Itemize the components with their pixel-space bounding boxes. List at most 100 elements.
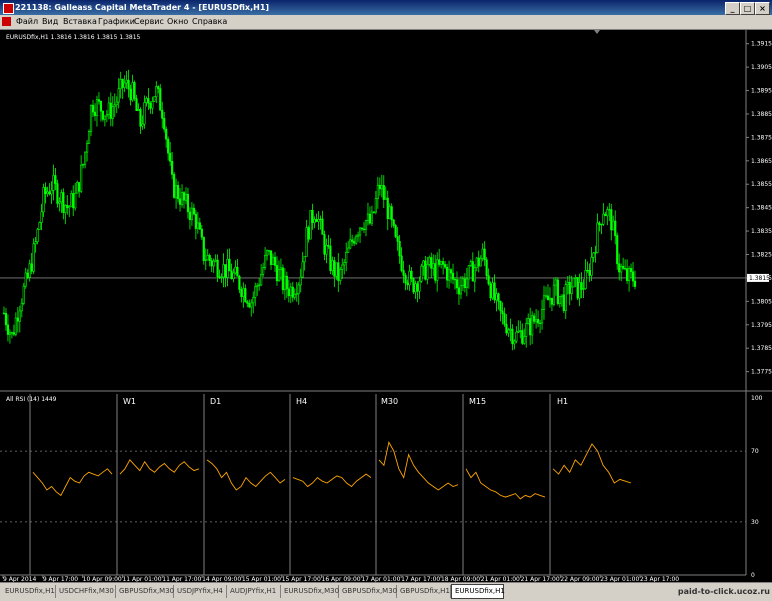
candle [511,324,514,351]
chart-tab[interactable]: EURUSDfix,H1 [2,585,56,598]
candle [596,213,599,254]
candle [499,300,502,322]
candle [627,266,631,292]
menu-window[interactable]: Окно [167,17,188,26]
candle [618,253,621,281]
candle [36,227,39,245]
candle [582,279,585,299]
candle [84,151,87,169]
candle [445,263,449,288]
candle [143,95,146,129]
candle [629,263,633,279]
rsi-line [465,468,546,500]
rsi-tick-label: 0 [751,572,755,579]
candle [232,268,235,283]
chart-tab[interactable]: USDCHFfix,M30 [56,585,116,598]
rsi-header: All RSI (14) 1449 [6,396,57,403]
rsi-tick-label: 100 [751,395,763,402]
chart-header: EURUSDfix,H1 1.3816 1.3816 1.3815 1.3815 [6,34,141,41]
chart-tab[interactable]: GBPUSDfix,H1 [397,585,451,598]
minimize-button[interactable]: _ [725,2,740,15]
candle [264,247,267,271]
candle [485,256,488,281]
candle [368,206,372,225]
candle [273,252,277,272]
candle [303,256,306,271]
candle [285,271,288,299]
timeframe-label: D1 [210,397,221,406]
candle [351,234,354,246]
menu-bar: Файл Вид Вставка Графики Сервис Окно Спр… [0,15,772,44]
price-tick-label: 1.3845 [751,205,772,212]
candle [121,78,124,99]
menu-charts[interactable]: Графики [98,17,135,26]
candle [412,277,415,295]
price-tick-label: 1.3915 [751,41,772,48]
chart-tab[interactable]: EURUSDfix,H1 [451,584,505,599]
chart-tab[interactable]: GBPUSDfix,M30 [339,585,397,598]
watermark: paid-to-click.ucoz.ru [677,587,770,596]
candle [95,95,99,127]
menu-help[interactable]: Справка [192,17,227,26]
candle [600,223,603,235]
candle [50,181,53,205]
chart-tab[interactable]: EURUSDfix,M30 [281,585,339,598]
candle [20,298,23,318]
maximize-button[interactable]: □ [740,2,755,15]
price-tick-label: 1.3855 [751,181,772,188]
candle [46,186,49,197]
menu-view[interactable]: Вид [42,17,58,26]
chart-svg[interactable]: 1.3915 1.3905 1.3895 1.3885 1.3875 1.3865 1.38… [0,30,772,582]
candle [540,299,544,330]
candle [519,320,522,339]
candle [178,187,182,212]
candle [580,272,583,299]
candle [91,99,95,117]
price-tick-label: 1.3775 [751,369,772,376]
chart-area[interactable]: 1.3915 1.3905 1.3895 1.3885 1.3875 1.3865 1.38… [0,30,772,582]
candle [186,187,190,219]
candle [366,202,370,226]
candle [529,307,532,346]
candle [313,216,316,229]
price-tick-label: 1.3825 [751,252,772,259]
candle [295,282,298,302]
candle [574,274,577,288]
chart-window-icon[interactable] [2,17,11,26]
candle [404,272,407,291]
candle [422,260,425,276]
candle [535,308,538,329]
candle [226,249,229,287]
chart-tab[interactable]: GBPUSDfix,M30 [116,585,174,598]
menu-tools[interactable]: Сервис [134,17,164,26]
candle [58,197,61,212]
candle [196,212,199,234]
candle [513,339,516,350]
candle [16,306,19,333]
candle [262,262,265,277]
candle [127,69,130,98]
candle [406,279,409,290]
candle [362,222,366,234]
candle [434,254,437,284]
chart-tab[interactable]: USDJPYfix,H4 [174,585,227,598]
price-tick-label: 1.3795 [751,322,772,329]
rsi-line [292,473,372,488]
chart-tab[interactable]: AUDJPYfix,H1 [227,585,281,598]
candle [145,96,148,107]
candle [620,263,623,282]
window-title: 221138: Galleass Capital MetaTrader 4 - … [15,3,270,12]
candle [463,273,466,293]
candle [440,261,443,269]
candle [329,238,332,275]
menu-file[interactable]: Файл [16,17,38,26]
candle [548,287,552,308]
candle [390,203,393,228]
candle [592,252,595,263]
candle [277,260,281,282]
menu-insert[interactable]: Вставка [63,17,97,26]
candle [566,275,569,295]
candle [560,294,563,307]
close-button[interactable]: × [755,2,770,15]
candle [360,227,364,231]
